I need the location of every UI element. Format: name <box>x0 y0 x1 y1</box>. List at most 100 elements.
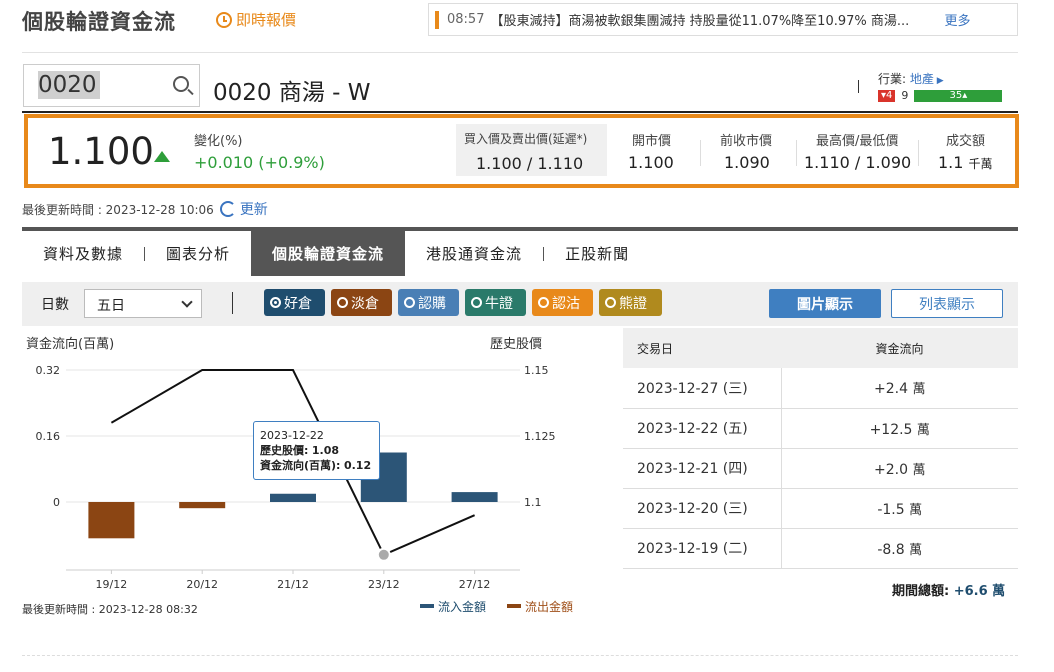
industry-up-badge: 35 ▴ <box>914 89 1003 102</box>
filter-pill-2[interactable]: 認購 <box>398 289 459 316</box>
current-price: 1.100 <box>48 130 154 173</box>
flow-bar <box>88 502 135 539</box>
filter-bar: 日數 五日 好倉 淡倉 認購 牛證 認沽 熊證 圖片顯示 列表顯示 <box>22 282 1018 326</box>
filter-pill-0[interactable]: 好倉 <box>264 289 325 316</box>
period-total-label: 期間總額: <box>892 584 950 599</box>
tooltip-flow-value: 0.12 <box>343 459 372 472</box>
ticker-accent-bar <box>435 10 439 29</box>
bid-ask-box: 買入價及賣出價(延遲*) 1.100 / 1.110 <box>456 124 607 176</box>
flow-bar <box>270 493 316 502</box>
table-row: 2023-12-21 (四) +2.0 萬 <box>623 448 1018 489</box>
left-tick-label: 0 <box>53 496 60 509</box>
tooltip-date: 2023-12-22 <box>260 429 324 442</box>
x-tick-label: 20/12 <box>186 578 218 591</box>
tab-chart-analysis[interactable]: 圖表分析 <box>145 231 251 276</box>
flow-bar <box>451 492 498 502</box>
tab-data[interactable]: 資料及數據 <box>22 231 144 276</box>
legend-inflow-swatch <box>420 604 434 608</box>
tab-bar: 資料及數據 圖表分析 個股輪證資金流 港股通資金流 正股新聞 <box>22 227 1018 276</box>
days-select-value: 五日 <box>97 298 125 314</box>
list-view-button[interactable]: 列表顯示 <box>891 289 1003 318</box>
x-tick-label: 21/12 <box>277 578 309 591</box>
price-point-highlight <box>376 547 391 562</box>
row-flow: +12.5 萬 <box>781 408 1018 449</box>
news-headline[interactable]: 【股東減持】商湯被軟銀集團減持 持股量從11.07%降至10.97% 商湯... <box>490 10 930 29</box>
x-tick-label: 23/12 <box>368 578 400 591</box>
search-input[interactable] <box>38 71 100 99</box>
period-total-value: +6.6 萬 <box>953 584 1006 599</box>
industry-link[interactable]: 地產 <box>910 72 934 86</box>
high-low-value: 1.110 / 1.090 <box>804 153 912 172</box>
tab-stock-news[interactable]: 正股新聞 <box>544 231 650 276</box>
clock-icon <box>216 11 232 28</box>
divider <box>918 140 919 166</box>
tooltip-price-label: 歷史股價: <box>260 444 309 457</box>
filter-pill-1[interactable]: 淡倉 <box>331 289 392 316</box>
radio-icon <box>605 297 616 308</box>
tooltip-price-value: 1.08 <box>311 444 340 457</box>
turnover-number: 1.1 <box>938 153 964 172</box>
page-title: 個股輪證資金流 <box>22 10 176 34</box>
refresh-button[interactable]: 更新 <box>219 199 268 219</box>
table-row: 2023-12-19 (二) -8.8 萬 <box>623 528 1018 569</box>
last-update: 最後更新時間 : 2023-12-28 10:06 更新 <box>22 199 268 219</box>
row-date: 2023-12-22 (五) <box>623 408 782 449</box>
prev-close-label: 前收市價 <box>720 134 773 149</box>
change-value: +0.010 (+0.9%) <box>194 153 325 172</box>
tooltip-flow: 資金流向(百萬): 0.12 <box>260 458 373 473</box>
turnover-value: 1.1 千萬 <box>938 153 993 172</box>
divider <box>858 80 859 93</box>
realtime-quote-link[interactable]: 即時報價 <box>216 9 296 30</box>
table-row: 2023-12-27 (三) +2.4 萬 <box>623 368 1018 409</box>
row-flow-value: -1.5 <box>877 501 905 518</box>
divider <box>22 111 1018 113</box>
refresh-label: 更新 <box>239 202 268 218</box>
filter-pill-label: 牛證 <box>485 295 513 312</box>
row-flow-unit: 萬 <box>909 502 923 518</box>
open-label: 開市價 <box>632 134 672 149</box>
filter-pill-label: 認購 <box>418 295 446 312</box>
flow-bar <box>179 502 226 509</box>
left-tick-label: 0.32 <box>36 364 61 377</box>
up-arrow-icon <box>154 151 170 162</box>
industry-up-count: 35 <box>949 90 963 101</box>
period-total: 期間總額: +6.6 萬 <box>892 580 1005 599</box>
days-select[interactable]: 五日 <box>84 289 202 318</box>
search-icon[interactable] <box>173 76 189 92</box>
radio-icon <box>270 297 281 308</box>
row-flow: +2.0 萬 <box>781 448 1018 489</box>
table-header-date: 交易日 <box>623 328 781 368</box>
last-update-text: 最後更新時間 : 2023-12-28 10:06 <box>22 202 214 217</box>
tab-connect-flow[interactable]: 港股通資金流 <box>405 231 543 276</box>
industry-info: 行業: 地產 ▶ ▾ 4 9 35 ▴ <box>878 70 1003 102</box>
news-more-link[interactable]: 更多 <box>944 10 970 29</box>
x-tick-label: 27/12 <box>459 578 491 591</box>
left-axis-title: 資金流向(百萬) <box>26 336 114 352</box>
filter-pill-4[interactable]: 認沽 <box>532 289 593 316</box>
filter-pill-5[interactable]: 熊證 <box>599 289 662 316</box>
flow-table: 交易日 資金流向 2023-12-27 (三) +2.4 萬 2023-12-22 … <box>623 328 1018 569</box>
days-label: 日數 <box>41 297 69 313</box>
right-tick-label: 1.1 <box>524 496 542 509</box>
chart-update-time: 最後更新時間 : 2023-12-28 08:32 <box>22 603 198 616</box>
row-flow-value: +12.5 <box>869 421 913 438</box>
right-tick-label: 1.125 <box>524 430 556 443</box>
radio-icon <box>538 297 549 308</box>
radio-icon <box>404 297 415 308</box>
realtime-label: 即時報價 <box>236 11 297 29</box>
row-flow-unit: 萬 <box>916 422 930 438</box>
x-tick-label: 19/12 <box>96 578 128 591</box>
radio-icon <box>471 297 482 308</box>
divider <box>22 655 1018 656</box>
filter-pill-label: 淡倉 <box>351 295 379 312</box>
radio-icon <box>337 297 348 308</box>
legend-outflow-swatch <box>507 604 521 608</box>
chart-tooltip: 2023-12-22 歷史股價: 1.08 資金流向(百萬): 0.12 <box>253 421 380 480</box>
chart-view-button[interactable]: 圖片顯示 <box>769 289 881 318</box>
news-ticker[interactable]: 08:57 【股東減持】商湯被軟銀集團減持 持股量從11.07%降至10.97%… <box>428 3 1018 36</box>
tab-warrant-flow[interactable]: 個股輪證資金流 <box>251 231 406 276</box>
filter-pill-3[interactable]: 牛證 <box>465 289 526 316</box>
stock-name: 0020 商湯 - W <box>213 80 371 106</box>
news-time: 08:57 <box>447 12 485 27</box>
table-row: 2023-12-22 (五) +12.5 萬 <box>623 408 1018 449</box>
